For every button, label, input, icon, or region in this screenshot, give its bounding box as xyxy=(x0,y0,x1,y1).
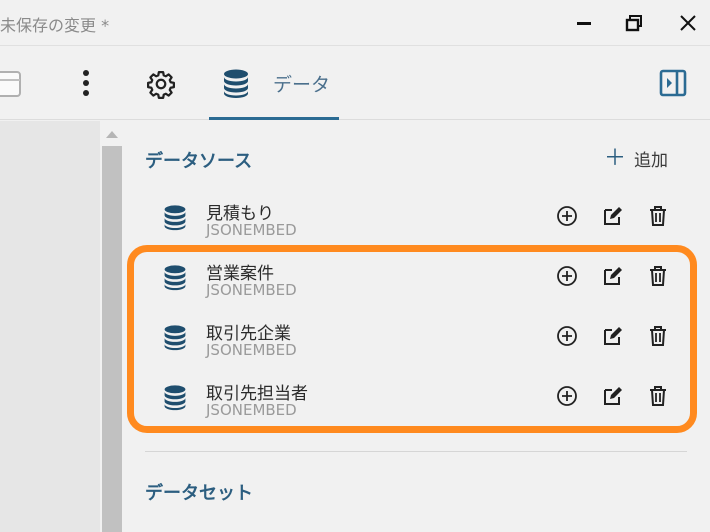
add-data-source-button[interactable]: ＋ 追加 xyxy=(604,146,668,171)
title-bar: 未保存の変更 * xyxy=(0,0,710,46)
close-button[interactable] xyxy=(670,8,706,38)
toolbar: データ xyxy=(0,46,710,120)
restore-icon xyxy=(625,15,642,32)
plus-icon: ＋ xyxy=(604,145,627,171)
settings-button[interactable] xyxy=(145,68,177,100)
document-icon[interactable] xyxy=(0,68,24,100)
add-label: 追加 xyxy=(634,151,669,171)
database-icon xyxy=(224,69,248,98)
more-vert-icon xyxy=(83,70,89,96)
close-icon xyxy=(680,15,696,31)
edit-icon xyxy=(602,205,624,231)
window-title: 未保存の変更 * xyxy=(0,16,110,35)
toggle-panel-button[interactable] xyxy=(658,68,688,98)
canvas-area xyxy=(0,121,100,532)
database-icon xyxy=(162,205,188,235)
minimize-icon xyxy=(577,22,591,25)
database-tab-icon[interactable] xyxy=(221,68,251,100)
trash-icon xyxy=(648,205,668,231)
gear-icon xyxy=(147,71,175,99)
section-divider xyxy=(145,451,687,452)
panel-right-icon xyxy=(659,69,687,97)
active-tab-indicator xyxy=(209,117,339,120)
scroll-up-arrow[interactable] xyxy=(106,131,118,138)
minimize-button[interactable] xyxy=(566,8,602,38)
tab-data[interactable]: データ xyxy=(273,70,330,97)
delete-button[interactable] xyxy=(646,206,670,230)
data-sources-title: データソース xyxy=(145,151,253,172)
data-sets-title: データセット xyxy=(145,483,253,504)
edit-button[interactable] xyxy=(601,206,625,230)
highlight-box xyxy=(127,245,697,433)
data-source-row[interactable]: 見積もり JSONEMBED xyxy=(160,195,680,245)
data-source-type: JSONEMBED xyxy=(206,221,297,239)
scrollbar-thumb[interactable] xyxy=(102,146,122,532)
more-options-button[interactable] xyxy=(74,68,98,98)
add-dataset-button[interactable] xyxy=(555,206,579,230)
add-circle-icon xyxy=(556,205,578,231)
restore-button[interactable] xyxy=(616,8,652,38)
